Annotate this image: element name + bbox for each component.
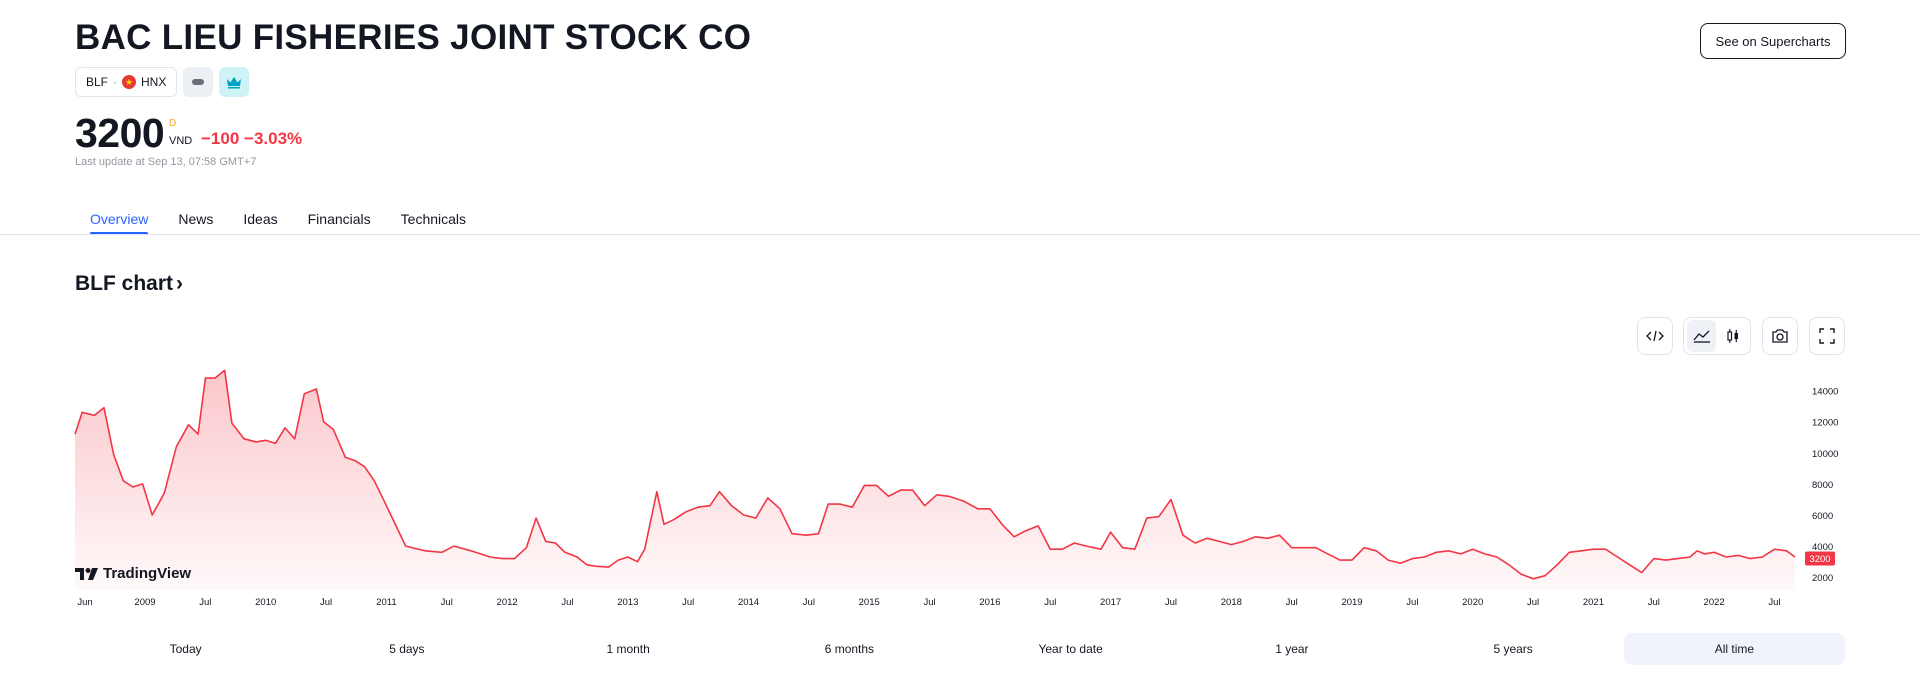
area-style-button[interactable] — [1687, 320, 1716, 352]
company-title: BAC LIEU FISHERIES JOINT STOCK CO — [75, 18, 752, 57]
section-tabs: Overview News Ideas Financials Technical… — [75, 206, 481, 235]
dash-icon — [192, 79, 205, 85]
range-5-years[interactable]: 5 years — [1403, 633, 1624, 665]
y-tick-label: 8000 — [1812, 480, 1833, 491]
range-1-month[interactable]: 1 month — [518, 633, 739, 665]
x-tick-label: Jul — [803, 597, 815, 608]
x-tick-label: Jul — [561, 597, 573, 608]
fullscreen-icon — [1819, 328, 1835, 344]
x-tick-label: 2016 — [979, 597, 1000, 608]
candles-style-button[interactable] — [1718, 320, 1747, 352]
x-tick-label: 2015 — [859, 597, 880, 608]
x-tick-label: 2022 — [1704, 597, 1725, 608]
tabs-divider — [0, 234, 1920, 235]
chart-heading-link[interactable]: BLF chart › — [75, 272, 183, 296]
x-tick-label: 2011 — [376, 597, 396, 608]
last-update-text: Last update at Sep 13, 07:58 GMT+7 — [75, 156, 257, 168]
crown-chip[interactable] — [219, 67, 250, 97]
x-tick-label: 2012 — [497, 597, 518, 608]
x-tick-label: Jul — [1768, 597, 1780, 608]
y-tick-label: 2000 — [1812, 573, 1833, 584]
range-today[interactable]: Today — [75, 633, 296, 665]
data-marker: D — [169, 118, 177, 129]
area-chart-icon — [1693, 330, 1710, 343]
symbol-exchange-chip[interactable]: BLF · ★ HNX — [75, 67, 178, 97]
currency-label: VND — [169, 135, 193, 147]
range-1-year[interactable]: 1 year — [1181, 633, 1402, 665]
fullscreen-button[interactable] — [1809, 317, 1845, 355]
y-tick-label: 12000 — [1812, 418, 1838, 429]
x-tick-label: Jul — [682, 597, 694, 608]
x-tick-label: Jul — [441, 597, 453, 608]
price-chart[interactable]: 2000 4000 6000 8000 10000 12000 14000 Jun 2009 J… — [0, 360, 1920, 610]
x-tick-label: 2013 — [617, 597, 638, 608]
exchange-label: HNX — [141, 75, 167, 89]
chevron-right-icon: › — [176, 272, 184, 295]
tradingview-logo-text: TradingView — [103, 565, 192, 582]
chart-heading-text: BLF chart — [75, 272, 174, 295]
last-price: 3200 — [75, 110, 165, 156]
price-change: −100 −3.03% — [201, 129, 303, 148]
symbol-chips: BLF · ★ HNX — [75, 67, 250, 97]
ticker-label: BLF — [86, 75, 109, 89]
x-tick-label: 2020 — [1462, 597, 1483, 608]
y-tick-label: 10000 — [1812, 449, 1838, 460]
tradingview-logo-icon — [75, 567, 98, 580]
x-tick-label: Jul — [1286, 597, 1298, 608]
x-tick-label: Jul — [1165, 597, 1177, 608]
x-tick-label: Jun — [77, 597, 92, 608]
x-tick-label: Jul — [1648, 597, 1660, 608]
snapshot-button[interactable] — [1762, 317, 1798, 355]
x-tick-label: 2019 — [1341, 597, 1362, 608]
x-tick-label: Jul — [1527, 597, 1539, 608]
chart-style-group — [1683, 317, 1751, 355]
x-tick-label: Jul — [1044, 597, 1056, 608]
range-selector: Today 5 days 1 month 6 months Year to da… — [75, 633, 1845, 665]
tab-technicals[interactable]: Technicals — [401, 206, 466, 235]
range-year-to-date[interactable]: Year to date — [960, 633, 1181, 665]
tab-news[interactable]: News — [178, 206, 213, 235]
x-tick-label: 2017 — [1100, 597, 1121, 608]
x-tick-label: 2010 — [255, 597, 276, 608]
x-tick-label: Jul — [320, 597, 332, 608]
x-tick-label: Jul — [923, 597, 935, 608]
embed-button[interactable] — [1637, 317, 1673, 355]
x-tick-label: 2018 — [1221, 597, 1242, 608]
tab-financials[interactable]: Financials — [308, 206, 371, 235]
y-tick-label: 6000 — [1812, 511, 1833, 522]
see-on-supercharts-button[interactable]: See on Supercharts — [1700, 23, 1846, 59]
candles-icon — [1726, 329, 1738, 343]
x-tick-label: 2014 — [738, 597, 759, 608]
range-6-months[interactable]: 6 months — [739, 633, 960, 665]
tab-ideas[interactable]: Ideas — [243, 206, 277, 235]
price-area-fill — [75, 370, 1795, 590]
tradingview-logo[interactable]: TradingView — [75, 565, 191, 582]
x-tick-label: Jul — [1406, 597, 1418, 608]
x-tick-label: Jul — [199, 597, 211, 608]
separator-dot: · — [113, 75, 118, 89]
y-tick-label: 4000 — [1812, 542, 1833, 553]
x-tick-label: 2009 — [134, 597, 155, 608]
x-tick-label: 2021 — [1583, 597, 1604, 608]
tab-overview[interactable]: Overview — [90, 206, 149, 235]
market-status-chip[interactable] — [183, 67, 214, 97]
crown-icon — [227, 77, 242, 89]
y-tick-label: 14000 — [1812, 387, 1838, 398]
embed-code-icon — [1646, 330, 1664, 342]
last-value-label: 3200 — [1809, 554, 1830, 565]
flag-vn-icon: ★ — [122, 75, 137, 89]
range-all-time[interactable]: All time — [1623, 633, 1845, 665]
camera-icon — [1772, 329, 1788, 343]
range-5-days[interactable]: 5 days — [296, 633, 517, 665]
